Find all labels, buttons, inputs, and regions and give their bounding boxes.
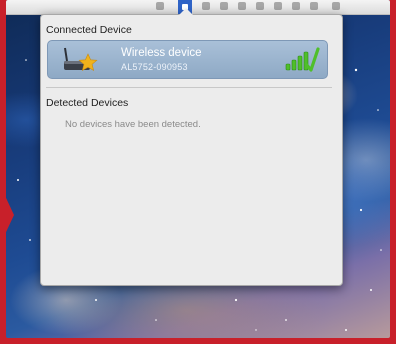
menu-extra-icon[interactable]: [202, 2, 210, 10]
desktop-wallpaper: Connected Device Wireless device AL5752-…: [6, 0, 390, 338]
signal-strength-icon: [285, 47, 320, 72]
menu-extra-icon[interactable]: [156, 2, 164, 10]
menu-extra-icon[interactable]: [256, 2, 264, 10]
annotation-arrow: [0, 185, 14, 245]
section-divider: [46, 87, 332, 88]
menu-bar: [6, 0, 390, 15]
popup-pointer: [179, 8, 193, 15]
detected-devices-heading: Detected Devices: [46, 97, 129, 109]
router-star-icon: [64, 47, 98, 72]
device-name: Wireless device: [121, 47, 202, 59]
wireless-popup-menu: Connected Device Wireless device AL5752-…: [40, 8, 343, 286]
device-id: AL5752-090953: [121, 62, 188, 72]
menu-extra-icon[interactable]: [274, 2, 282, 10]
no-devices-message: No devices have been detected.: [65, 119, 201, 130]
menu-extra-icon[interactable]: [220, 2, 228, 10]
connected-device-heading: Connected Device: [46, 24, 132, 36]
menu-extra-icon[interactable]: [332, 2, 340, 10]
menu-extra-icon[interactable]: [292, 2, 300, 10]
menu-extra-icon[interactable]: [310, 2, 318, 10]
connected-device-row[interactable]: Wireless device AL5752-090953: [47, 40, 328, 79]
menu-extra-icon[interactable]: [238, 2, 246, 10]
